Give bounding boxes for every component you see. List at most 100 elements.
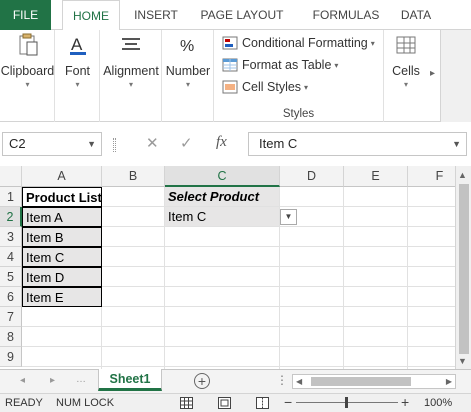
formula-input[interactable]: Item C ▼ <box>248 132 467 156</box>
row-header-7[interactable]: 7 <box>0 307 22 327</box>
tab-data[interactable]: DATA <box>394 0 438 30</box>
cells-button[interactable]: Cells ▾ <box>384 32 428 89</box>
next-sheet-icon[interactable]: ▸ <box>50 375 55 386</box>
ribbon-tab-bar: FILE HOME INSERT PAGE LAYOUT FORMULAS DA… <box>0 0 471 31</box>
ribbon: Clipboard ▾ A Font ▾ Alignment ▾ % Numbe… <box>0 30 471 122</box>
cell-a5[interactable]: Item D <box>22 267 102 287</box>
dropdown-arrow-icon[interactable]: ▼ <box>280 209 297 225</box>
row-header-8[interactable]: 8 <box>0 327 22 347</box>
format-as-table-label: Format as Table <box>242 58 332 72</box>
number-button[interactable]: % Number ▾ <box>162 32 214 89</box>
row-header-9[interactable]: 9 <box>0 347 22 367</box>
name-box[interactable]: C2 ▼ <box>2 132 102 156</box>
tab-insert[interactable]: INSERT <box>126 0 186 30</box>
alignment-button[interactable]: Alignment ▾ <box>100 32 162 89</box>
more-options-icon[interactable]: ⋮ <box>276 373 288 387</box>
chevron-down-icon: ▾ <box>185 80 190 89</box>
chevron-down-icon: ▼ <box>87 139 96 149</box>
ribbon-overflow <box>440 30 471 122</box>
number-label: Number <box>165 64 211 78</box>
chevron-down-icon: ▾ <box>403 80 408 89</box>
column-header-d[interactable]: D <box>280 166 344 187</box>
scroll-down-icon[interactable]: ▼ <box>458 356 467 366</box>
clipboard-icon <box>15 32 41 58</box>
row-header-3[interactable]: 3 <box>0 227 22 247</box>
font-button[interactable]: A Font ▾ <box>55 32 100 89</box>
num-lock-indicator: NUM LOCK <box>56 397 115 409</box>
cells-icon <box>393 32 419 58</box>
alignment-group: Alignment ▾ <box>100 30 162 122</box>
tab-page-layout[interactable]: PAGE LAYOUT <box>192 0 292 30</box>
font-icon: A <box>65 32 91 58</box>
horizontal-scrollbar[interactable]: ◀ ▶ <box>292 374 456 389</box>
select-all-corner[interactable] <box>0 166 22 187</box>
horizontal-scroll-thumb[interactable] <box>311 377 411 386</box>
vertical-scrollbar[interactable]: ▲ ▼ <box>455 166 471 369</box>
column-header-b[interactable]: B <box>102 166 165 187</box>
svg-text:A: A <box>71 35 83 54</box>
conditional-formatting-icon <box>222 36 238 50</box>
conditional-formatting-label: Conditional Formatting <box>242 36 368 50</box>
enter-check-icon[interactable]: ✓ <box>180 134 193 152</box>
clipboard-label: Clipboard <box>0 64 55 78</box>
formula-bar-grip[interactable] <box>113 138 116 152</box>
formula-value: Item C <box>259 136 298 151</box>
styles-group-label: Styles <box>282 108 315 120</box>
zoom-in-icon[interactable]: + <box>401 394 409 410</box>
normal-view-icon[interactable] <box>180 397 193 409</box>
cell-a1[interactable]: Product List <box>22 187 102 207</box>
percent-icon: % <box>175 32 201 58</box>
row-header-2[interactable]: 2 <box>0 207 22 227</box>
format-as-table-button[interactable]: Format as Table ▾ <box>222 55 338 75</box>
vertical-scroll-thumb[interactable] <box>459 184 469 354</box>
cell-a2[interactable]: Item A <box>22 207 102 227</box>
zoom-slider-thumb[interactable] <box>345 397 348 408</box>
column-header-a[interactable]: A <box>22 166 102 187</box>
zoom-level[interactable]: 100% <box>424 397 452 409</box>
tab-file[interactable]: FILE <box>0 0 51 30</box>
insert-function-icon[interactable]: fx <box>216 134 227 151</box>
cell-styles-icon <box>222 80 238 94</box>
cell-styles-label: Cell Styles <box>242 80 302 94</box>
conditional-formatting-button[interactable]: Conditional Formatting ▾ <box>222 33 375 53</box>
sheet-tab-sheet1[interactable]: Sheet1 <box>98 369 162 391</box>
column-header-f[interactable]: F <box>408 166 455 187</box>
styles-group: Conditional Formatting ▾ Format as Table… <box>214 30 384 122</box>
add-sheet-icon[interactable]: + <box>194 373 210 389</box>
column-header-c[interactable]: C <box>165 166 280 187</box>
chevron-down-icon: ▼ <box>452 139 461 149</box>
cell-styles-button[interactable]: Cell Styles ▾ <box>222 77 308 97</box>
cell-a3[interactable]: Item B <box>22 227 102 247</box>
chevron-down-icon: ▾ <box>128 80 133 89</box>
cell-a4[interactable]: Item C <box>22 247 102 267</box>
cell-a6[interactable]: Item E <box>22 287 102 307</box>
row-header-1[interactable]: 1 <box>0 187 22 207</box>
row-header-6[interactable]: 6 <box>0 287 22 307</box>
scroll-up-icon[interactable]: ▲ <box>458 170 467 180</box>
zoom-out-icon[interactable]: − <box>284 394 292 410</box>
tab-home[interactable]: HOME <box>62 0 120 31</box>
ribbon-scroll-right-icon[interactable]: ▸ <box>430 68 435 79</box>
previous-sheet-icon[interactable]: ◂ <box>20 375 25 386</box>
format-as-table-icon <box>222 58 238 72</box>
more-sheets-icon[interactable]: … <box>76 374 86 385</box>
clipboard-button[interactable]: Clipboard ▾ <box>0 32 55 89</box>
column-header-e[interactable]: E <box>344 166 408 187</box>
row-header-4[interactable]: 4 <box>0 247 22 267</box>
row-header-5[interactable]: 5 <box>0 267 22 287</box>
chevron-down-icon: ▾ <box>304 82 309 92</box>
cell-c1[interactable]: Select Product <box>165 187 280 207</box>
font-group: A Font ▾ <box>55 30 100 122</box>
cells-group: Cells ▾ <box>384 30 428 122</box>
chevron-down-icon: ▾ <box>25 80 30 89</box>
name-box-value: C2 <box>9 136 26 151</box>
scroll-left-icon[interactable]: ◀ <box>296 375 302 388</box>
page-layout-view-icon[interactable] <box>218 397 231 409</box>
cell-c2[interactable]: Item C <box>165 207 280 227</box>
tab-formulas[interactable]: FORMULAS <box>300 0 392 30</box>
page-break-view-icon[interactable] <box>256 397 269 409</box>
number-group: % Number ▾ <box>162 30 214 122</box>
cancel-icon[interactable]: ✕ <box>146 134 159 152</box>
scroll-right-icon[interactable]: ▶ <box>446 375 452 388</box>
clipboard-group: Clipboard ▾ <box>0 30 55 122</box>
